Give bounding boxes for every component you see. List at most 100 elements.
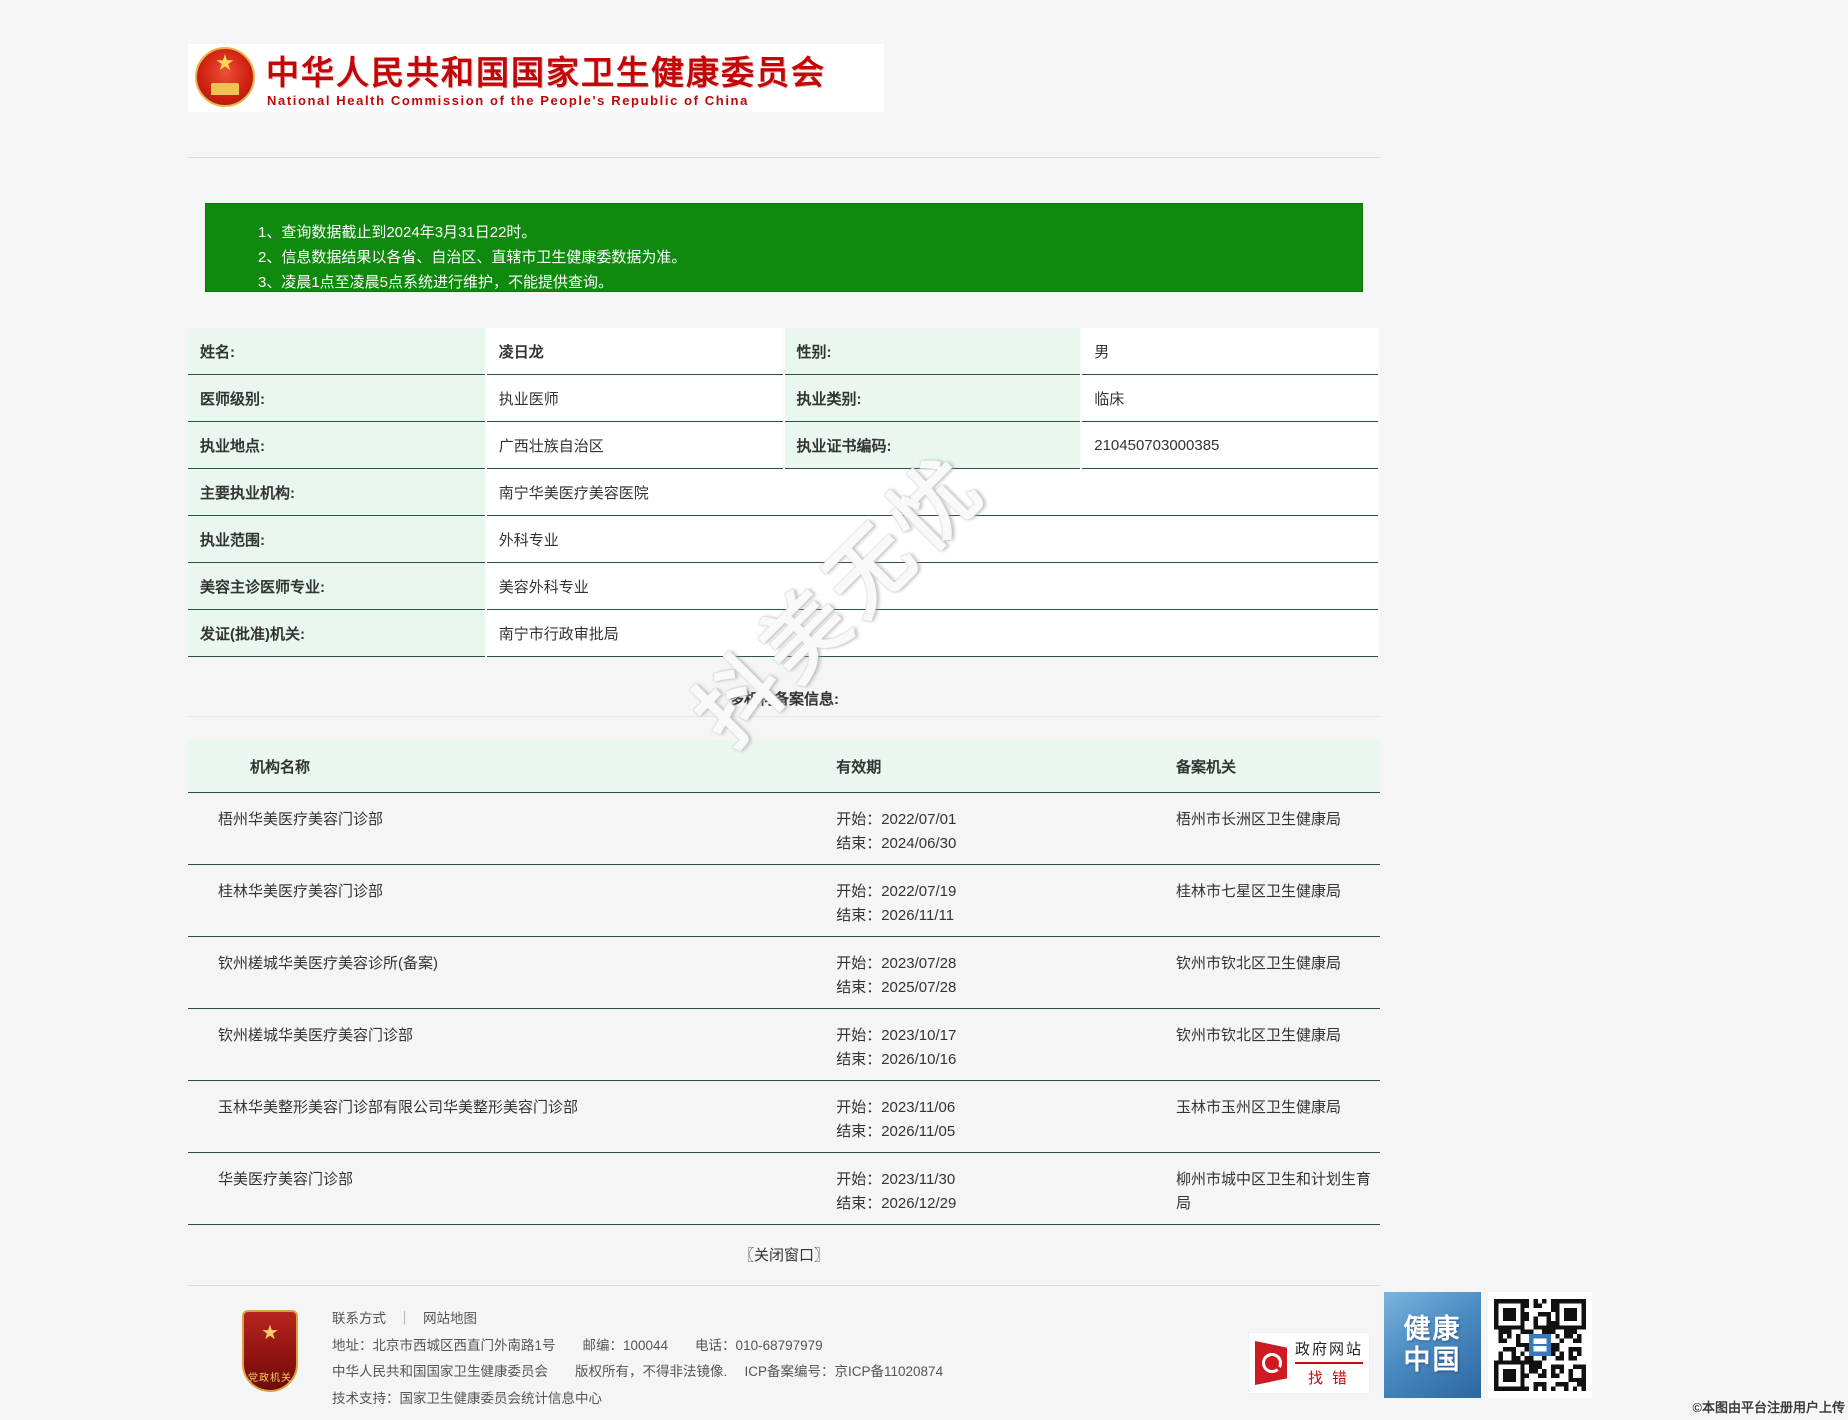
section-divider bbox=[188, 716, 1380, 717]
healthy-china-line2: 中国 bbox=[1404, 1345, 1462, 1376]
institution-name: 玉林华美整形美容门诊部有限公司华美整形美容门诊部 bbox=[188, 1081, 810, 1153]
footer-address-line: 地址：北京市西城区西直门外南路1号 邮编：100044 电话：010-68797… bbox=[332, 1333, 943, 1360]
field-value: 南宁市行政审批局 bbox=[486, 610, 1379, 657]
error-report-flag-icon bbox=[1255, 1341, 1287, 1385]
validity-period: 开始：2023/11/30结束：2026/12/29 bbox=[810, 1153, 1150, 1225]
validity-end: 结束：2024/06/30 bbox=[836, 832, 1149, 856]
validity-end: 结束：2026/11/11 bbox=[836, 904, 1149, 928]
footer-copyright-line: 中华人民共和国国家卫生健康委员会 版权所有，不得非法镜像. ICP备案编号：京I… bbox=[332, 1359, 943, 1386]
qr-code bbox=[1488, 1292, 1592, 1398]
doctor-info-row: 执业范围:外科专业 bbox=[188, 516, 1379, 563]
emblem-star: ★ bbox=[197, 51, 253, 75]
error-report-line1: 政府网站 bbox=[1295, 1338, 1363, 1364]
institution-table-header-row: 机构名称 有效期 备案机关 bbox=[188, 740, 1380, 793]
institution-row: 桂林华美医疗美容门诊部开始：2022/07/19结束：2026/11/11桂林市… bbox=[188, 865, 1380, 937]
validity-start: 开始：2023/10/17 bbox=[836, 1024, 1149, 1048]
qr-code-image bbox=[1494, 1299, 1586, 1391]
institution-row: 钦州槎城华美医疗美容诊所(备案)开始：2023/07/28结束：2025/07/… bbox=[188, 937, 1380, 1009]
footer-support-line: 技术支持：国家卫生健康委员会统计信息中心 bbox=[332, 1386, 943, 1413]
national-emblem-icon: ★ bbox=[195, 47, 255, 107]
badge-star-icon: ★ bbox=[244, 1320, 296, 1345]
footer-divider bbox=[188, 1285, 1380, 1286]
field-label: 执业类别: bbox=[784, 375, 1082, 422]
healthy-china-line1: 健康 bbox=[1404, 1314, 1462, 1345]
footer-text-block: 联系方式 ｜ 网站地图 地址：北京市西城区西直门外南路1号 邮编：100044 … bbox=[332, 1306, 943, 1412]
field-value: 外科专业 bbox=[486, 516, 1379, 563]
badge-label: 党政机关 bbox=[244, 1369, 296, 1384]
validity-start: 开始：2023/07/28 bbox=[836, 952, 1149, 976]
notice-line-2: 2、信息数据结果以各省、自治区、直辖市卫生健康委数据为准。 bbox=[258, 245, 1352, 270]
upload-watermark-note: ©本图由平台注册用户上传 bbox=[1692, 1397, 1845, 1416]
record-authority: 钦州市钦北区卫生健康局 bbox=[1150, 937, 1380, 1009]
field-value: 执业医师 bbox=[486, 375, 784, 422]
field-value: 广西壮族自治区 bbox=[486, 422, 784, 469]
validity-end: 结束：2025/07/28 bbox=[836, 976, 1149, 1000]
record-authority: 玉林市玉州区卫生健康局 bbox=[1150, 1081, 1380, 1153]
institution-row: 钦州槎城华美医疗美容门诊部开始：2023/10/17结束：2026/10/16钦… bbox=[188, 1009, 1380, 1081]
query-notice-box: 1、查询数据截止到2024年3月31日22时。 2、信息数据结果以各省、自治区、… bbox=[205, 203, 1363, 292]
contact-link[interactable]: 联系方式 bbox=[332, 1311, 386, 1326]
notice-line-1: 1、查询数据截止到2024年3月31日22时。 bbox=[258, 220, 1352, 245]
doctor-info-table: 姓名:凌日龙性别:男医师级别:执业医师执业类别:临床执业地点:广西壮族自治区执业… bbox=[188, 328, 1380, 657]
field-value: 男 bbox=[1081, 328, 1379, 375]
validity-end: 结束：2026/11/05 bbox=[836, 1120, 1149, 1144]
record-authority: 柳州市城中区卫生和计划生育局 bbox=[1150, 1153, 1380, 1225]
validity-start: 开始：2022/07/01 bbox=[836, 808, 1149, 832]
site-header-banner: ★ 中华人民共和国国家卫生健康委员会 National Health Commi… bbox=[188, 44, 884, 112]
validity-start: 开始：2023/11/30 bbox=[836, 1168, 1149, 1192]
doctor-info-row: 发证(批准)机关:南宁市行政审批局 bbox=[188, 610, 1379, 657]
emblem-gate bbox=[211, 83, 239, 95]
error-report-line2: 找错 bbox=[1295, 1367, 1363, 1388]
validity-start: 开始：2023/11/06 bbox=[836, 1096, 1149, 1120]
link-separator: ｜ bbox=[398, 1311, 412, 1326]
validity-start: 开始：2022/07/19 bbox=[836, 880, 1149, 904]
gov-website-error-report-badge[interactable]: 政府网站 找错 bbox=[1248, 1332, 1370, 1394]
institution-name: 梧州华美医疗美容门诊部 bbox=[188, 793, 810, 865]
doctor-info-row: 姓名:凌日龙性别:男 bbox=[188, 328, 1379, 375]
field-label: 执业地点: bbox=[188, 422, 486, 469]
field-label: 执业证书编码: bbox=[784, 422, 1082, 469]
healthy-china-label: 健康 中国 bbox=[1404, 1314, 1462, 1376]
sitemap-link[interactable]: 网站地图 bbox=[423, 1311, 477, 1326]
column-header-authority: 备案机关 bbox=[1150, 740, 1380, 793]
validity-period: 开始：2022/07/01结束：2024/06/30 bbox=[810, 793, 1150, 865]
institution-name: 钦州槎城华美医疗美容诊所(备案) bbox=[188, 937, 810, 1009]
field-label: 美容主诊医师专业: bbox=[188, 563, 486, 610]
validity-period: 开始：2023/07/28结束：2025/07/28 bbox=[810, 937, 1150, 1009]
field-value: 临床 bbox=[1081, 375, 1379, 422]
record-authority: 桂林市七星区卫生健康局 bbox=[1150, 865, 1380, 937]
doctor-info-row: 主要执业机构:南宁华美医疗美容医院 bbox=[188, 469, 1379, 516]
field-value: 凌日龙 bbox=[486, 328, 784, 375]
healthy-china-badge[interactable]: 健康 中国 bbox=[1384, 1292, 1481, 1398]
site-title-english: National Health Commission of the People… bbox=[267, 93, 749, 108]
error-report-text: 政府网站 找错 bbox=[1295, 1338, 1363, 1388]
validity-period: 开始：2022/07/19结束：2026/11/11 bbox=[810, 865, 1150, 937]
field-value: 美容外科专业 bbox=[486, 563, 1379, 610]
institution-row: 玉林华美整形美容门诊部有限公司华美整形美容门诊部 开始：2023/11/06结束：… bbox=[188, 1081, 1380, 1153]
institution-row: 华美医疗美容门诊部开始：2023/11/30结束：2026/12/29柳州市城中… bbox=[188, 1153, 1380, 1225]
party-government-badge[interactable]: ★ 党政机关 bbox=[242, 1310, 298, 1392]
validity-end: 结束：2026/12/29 bbox=[836, 1192, 1149, 1216]
header-divider bbox=[188, 157, 1380, 158]
close-window-link[interactable]: 〖关闭窗口〗 bbox=[188, 1244, 1380, 1265]
multi-institution-section-title: 多机构备案信息: bbox=[188, 688, 1380, 709]
record-authority: 钦州市钦北区卫生健康局 bbox=[1150, 1009, 1380, 1081]
field-label: 医师级别: bbox=[188, 375, 486, 422]
footer-links-row: 联系方式 ｜ 网站地图 bbox=[332, 1306, 943, 1333]
validity-period: 开始：2023/10/17结束：2026/10/16 bbox=[810, 1009, 1150, 1081]
doctor-info-row: 美容主诊医师专业:美容外科专业 bbox=[188, 563, 1379, 610]
field-label: 主要执业机构: bbox=[188, 469, 486, 516]
field-label: 姓名: bbox=[188, 328, 486, 375]
institution-row: 梧州华美医疗美容门诊部开始：2022/07/01结束：2024/06/30梧州市… bbox=[188, 793, 1380, 865]
field-label: 发证(批准)机关: bbox=[188, 610, 486, 657]
doctor-info-row: 医师级别:执业医师执业类别:临床 bbox=[188, 375, 1379, 422]
field-value: 南宁华美医疗美容医院 bbox=[486, 469, 1379, 516]
field-label: 执业范围: bbox=[188, 516, 486, 563]
institution-name: 钦州槎城华美医疗美容门诊部 bbox=[188, 1009, 810, 1081]
validity-end: 结束：2026/10/16 bbox=[836, 1048, 1149, 1072]
notice-line-3: 3、凌晨1点至凌晨5点系统进行维护，不能提供查询。 bbox=[258, 270, 1352, 295]
column-header-institution-name: 机构名称 bbox=[188, 740, 810, 793]
field-label: 性别: bbox=[784, 328, 1082, 375]
institution-record-table: 机构名称 有效期 备案机关 梧州华美医疗美容门诊部开始：2022/07/01结束… bbox=[188, 740, 1380, 1225]
record-authority: 梧州市长洲区卫生健康局 bbox=[1150, 793, 1380, 865]
